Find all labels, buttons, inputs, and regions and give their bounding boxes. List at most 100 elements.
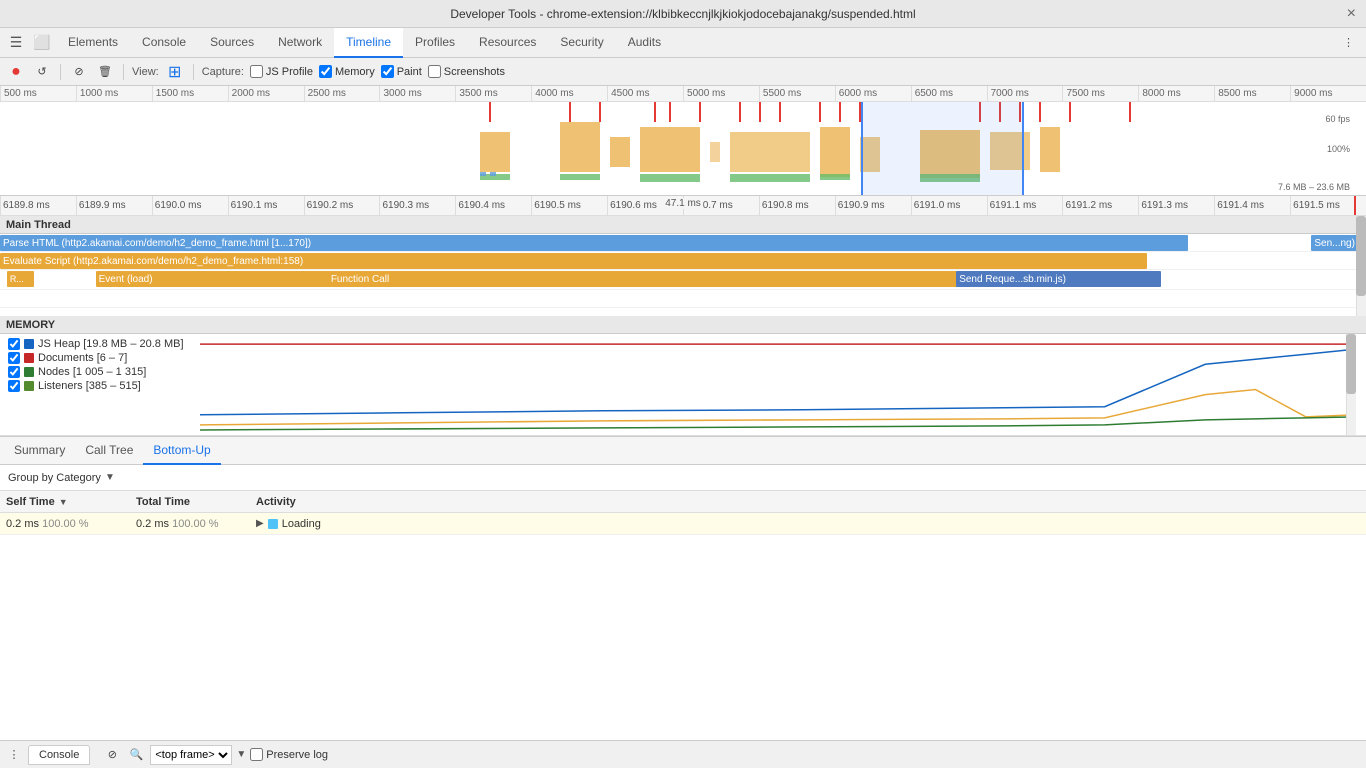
col-self-time-header[interactable]: Self Time ▼ [0,496,130,508]
ruler-mark: 2500 ms [304,86,380,101]
expand-arrow[interactable]: ▶ [256,518,264,529]
tab-sources[interactable]: Sources [198,28,266,58]
preserve-log-label[interactable]: Preserve log [250,748,328,761]
tab-summary[interactable]: Summary [4,437,75,465]
memory-scrollbar[interactable] [1346,334,1356,435]
trash-button[interactable]: 🗑 [95,62,115,82]
flame-row-empty-2 [0,308,1366,316]
view-icon[interactable]: ⊞ [165,62,185,82]
cursor-marker [1354,196,1356,215]
col-total-time-header[interactable]: Total Time [130,496,250,508]
tab-profiles[interactable]: Profiles [403,28,467,58]
js-profile-input[interactable] [250,65,263,78]
detail-mark: 6190.9 ms [835,196,911,215]
parse-html-bar[interactable]: Parse HTML (http2.akamai.com/demo/h2_dem… [0,235,1188,251]
inspect-icon[interactable]: ⬜ [30,31,54,55]
detail-mark: 6191.3 ms [1138,196,1214,215]
overview-chart[interactable]: 60 fps 100% 7.6 MB – 23.6 MB [0,102,1366,196]
tab-bottom-up[interactable]: Bottom-Up [143,437,220,465]
detail-mark: 6189.8 ms [0,196,76,215]
tab-network[interactable]: Network [266,28,334,58]
flame-scrollbar[interactable] [1356,216,1366,316]
timeline-ruler: 500 ms 1000 ms 1500 ms 2000 ms 2500 ms 3… [0,86,1366,102]
frame-selector[interactable]: <top frame> [150,745,232,765]
listeners-check[interactable] [8,380,20,392]
timeline-overview[interactable]: 500 ms 1000 ms 1500 ms 2000 ms 2500 ms 3… [0,86,1366,196]
flame-chart-area[interactable]: Main Thread Parse HTML (http2.akamai.com… [0,216,1366,316]
preserve-log-checkbox[interactable] [250,748,263,761]
flame-row-empty-1 [0,290,1366,308]
separator-3 [193,64,194,80]
detail-mark: 6190.8 ms [759,196,835,215]
ruler-mark: 1500 ms [152,86,228,101]
js-heap-check[interactable] [8,338,20,350]
group-by-arrow[interactable]: ▼ [105,472,115,483]
ruler-mark: 6000 ms [835,86,911,101]
bottom-panel: Summary Call Tree Bottom-Up Group by Cat… [0,436,1366,616]
flame-scrollbar-thumb[interactable] [1356,216,1366,296]
close-button[interactable]: × [1347,5,1356,23]
overview-svg: 60 fps 100% 7.6 MB – 23.6 MB [0,102,1366,196]
console-search-icon[interactable]: 🔍 [126,745,146,765]
js-profile-checkbox[interactable]: JS Profile [250,65,313,78]
memory-input[interactable] [319,65,332,78]
tab-timeline[interactable]: Timeline [334,28,403,58]
cursor-icon[interactable]: ☰ [4,31,28,55]
detail-mark: 6190.0 ms [152,196,228,215]
group-by-label: Group by Category [8,472,101,484]
view-label: View: [132,66,159,78]
record-button[interactable]: ● [6,62,26,82]
table-header: Self Time ▼ Total Time Activity [0,491,1366,513]
tab-console[interactable]: Console [130,28,198,58]
console-bar: ⋮ Console ⊘ 🔍 <top frame> ▼ Preserve log [0,740,1366,768]
refresh-button[interactable]: ↺ [32,62,52,82]
tab-security[interactable]: Security [548,28,615,58]
devtools-window: Developer Tools - chrome-extension://klb… [0,0,1366,768]
nodes-color [24,367,34,377]
ruler-mark: 7000 ms [987,86,1063,101]
r-bar[interactable]: R... [7,271,34,287]
ruler-mark: 2000 ms [228,86,304,101]
detail-mark: 6190.2 ms [304,196,380,215]
center-time-label: 47.1 ms [663,198,703,209]
nodes-check[interactable] [8,366,20,378]
memory-checkbox[interactable]: Memory [319,65,375,78]
screenshots-input[interactable] [428,65,441,78]
col-activity-header[interactable]: Activity [250,496,1366,508]
tab-resources[interactable]: Resources [467,28,548,58]
memory-scrollbar-thumb[interactable] [1346,334,1356,394]
console-menu-button[interactable]: ⋮ [4,745,24,765]
memory-legend-listeners: Listeners [385 – 515] [8,380,192,392]
svg-text:100%: 100% [1327,144,1350,154]
capture-label: Capture: [202,66,244,78]
detail-mark: 6191.0 ms [911,196,987,215]
more-tabs-button[interactable]: ⋮ [1335,32,1362,53]
paint-checkbox[interactable]: Paint [381,65,422,78]
send-ng-bar[interactable]: Sen...ng) [1311,235,1359,251]
screenshots-checkbox[interactable]: Screenshots [428,65,505,78]
tab-call-tree[interactable]: Call Tree [75,437,143,465]
detail-mark: 6190.4 ms [455,196,531,215]
clear-button[interactable]: ⊘ [69,62,89,82]
sort-arrow-self: ▼ [59,497,68,507]
flame-row-parse-html: Parse HTML (http2.akamai.com/demo/h2_dem… [0,234,1366,252]
ruler-mark: 7500 ms [1062,86,1138,101]
tab-audits[interactable]: Audits [616,28,673,58]
memory-chart[interactable] [200,334,1356,435]
console-controls: ⊘ 🔍 <top frame> ▼ Preserve log [102,745,328,765]
documents-check[interactable] [8,352,20,364]
detail-mark: 6189.9 ms [76,196,152,215]
console-tab[interactable]: Console [28,745,90,765]
detail-mark: 6190.3 ms [379,196,455,215]
evaluate-script-bar[interactable]: Evaluate Script (http2.akamai.com/demo/h… [0,253,1147,269]
paint-input[interactable] [381,65,394,78]
console-filter-icon[interactable]: ⊘ [102,745,122,765]
send-request-bar[interactable]: Send Reque...sb.min.js) [956,271,1161,287]
tab-elements[interactable]: Elements [56,28,130,58]
title-bar: Developer Tools - chrome-extension://klb… [0,0,1366,28]
detail-mark: 6191.1 ms [987,196,1063,215]
ruler-mark: 4500 ms [607,86,683,101]
main-thread-header: Main Thread [0,216,1366,234]
ruler-mark: 5500 ms [759,86,835,101]
data-table-area: Group by Category ▼ Self Time ▼ Total Ti… [0,465,1366,616]
